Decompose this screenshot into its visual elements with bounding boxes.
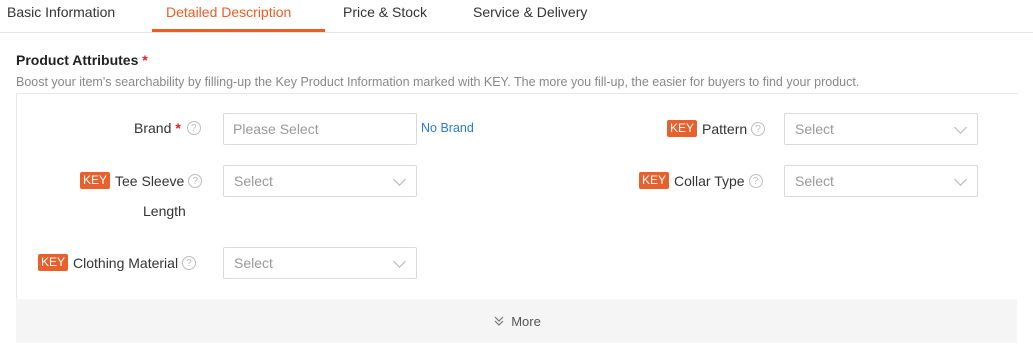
no-brand-link[interactable]: No Brand — [421, 121, 474, 135]
help-icon[interactable]: ? — [751, 121, 766, 136]
key-badge: KEY — [667, 120, 698, 137]
tab-detailed-description[interactable]: Detailed Description — [166, 4, 291, 31]
chevron-down-icon — [393, 255, 406, 268]
active-tab-indicator — [152, 29, 325, 32]
help-icon[interactable]: ? — [748, 173, 763, 188]
key-badge: KEY — [80, 172, 111, 189]
required-mark: * — [142, 52, 148, 68]
pattern-label: KEY Pattern ? — [667, 120, 766, 137]
help-icon[interactable]: ? — [182, 255, 197, 270]
brand-required-mark: * — [175, 120, 181, 136]
chevron-down-icon — [954, 173, 967, 186]
more-button[interactable]: More — [16, 299, 1017, 343]
brand-input[interactable] — [224, 114, 416, 144]
clothing-material-label: KEY Clothing Material ? — [38, 254, 197, 271]
key-badge: KEY — [639, 172, 670, 189]
collar-type-select-value: Select — [795, 173, 834, 189]
section-title: Product Attributes * — [16, 52, 148, 68]
tab-service-delivery[interactable]: Service & Delivery — [473, 4, 587, 31]
help-icon[interactable]: ? — [188, 173, 203, 188]
pattern-select-value: Select — [795, 121, 834, 137]
brand-label-text: Brand — [134, 120, 172, 136]
section-hint: Boost your item's searchability by filli… — [16, 75, 860, 89]
brand-label: Brand * ? — [134, 120, 201, 136]
collar-type-label: KEY Collar Type ? — [639, 172, 763, 189]
chevron-down-icon — [393, 173, 406, 186]
tee-sleeve-label-text: Tee Sleeve — [115, 172, 185, 189]
pattern-label-text: Pattern — [702, 120, 748, 137]
more-button-label: More — [511, 313, 541, 329]
tee-sleeve-label-line2: Length — [143, 203, 186, 219]
tee-sleeve-length-select[interactable]: Select — [223, 165, 417, 197]
tab-basic-information[interactable]: Basic Information — [7, 4, 115, 31]
brand-field[interactable] — [223, 113, 417, 145]
collar-type-label-text: Collar Type — [674, 172, 745, 189]
double-chevron-down-icon — [494, 316, 504, 326]
collar-type-select[interactable]: Select — [784, 165, 978, 197]
tab-price-stock[interactable]: Price & Stock — [343, 4, 427, 31]
chevron-down-icon — [954, 121, 967, 134]
tee-sleeve-select-value: Select — [234, 173, 273, 189]
clothing-material-select[interactable]: Select — [223, 247, 417, 279]
tab-bar: Basic Information Detailed Description P… — [0, 0, 1033, 33]
key-badge: KEY — [38, 254, 69, 271]
help-icon[interactable]: ? — [186, 121, 201, 135]
clothing-material-label-text: Clothing Material — [73, 254, 179, 271]
clothing-material-select-value: Select — [234, 255, 273, 271]
pattern-select[interactable]: Select — [784, 113, 978, 145]
section-title-text: Product Attributes — [16, 52, 139, 68]
tee-sleeve-label: KEY Tee Sleeve ? — [80, 172, 203, 189]
